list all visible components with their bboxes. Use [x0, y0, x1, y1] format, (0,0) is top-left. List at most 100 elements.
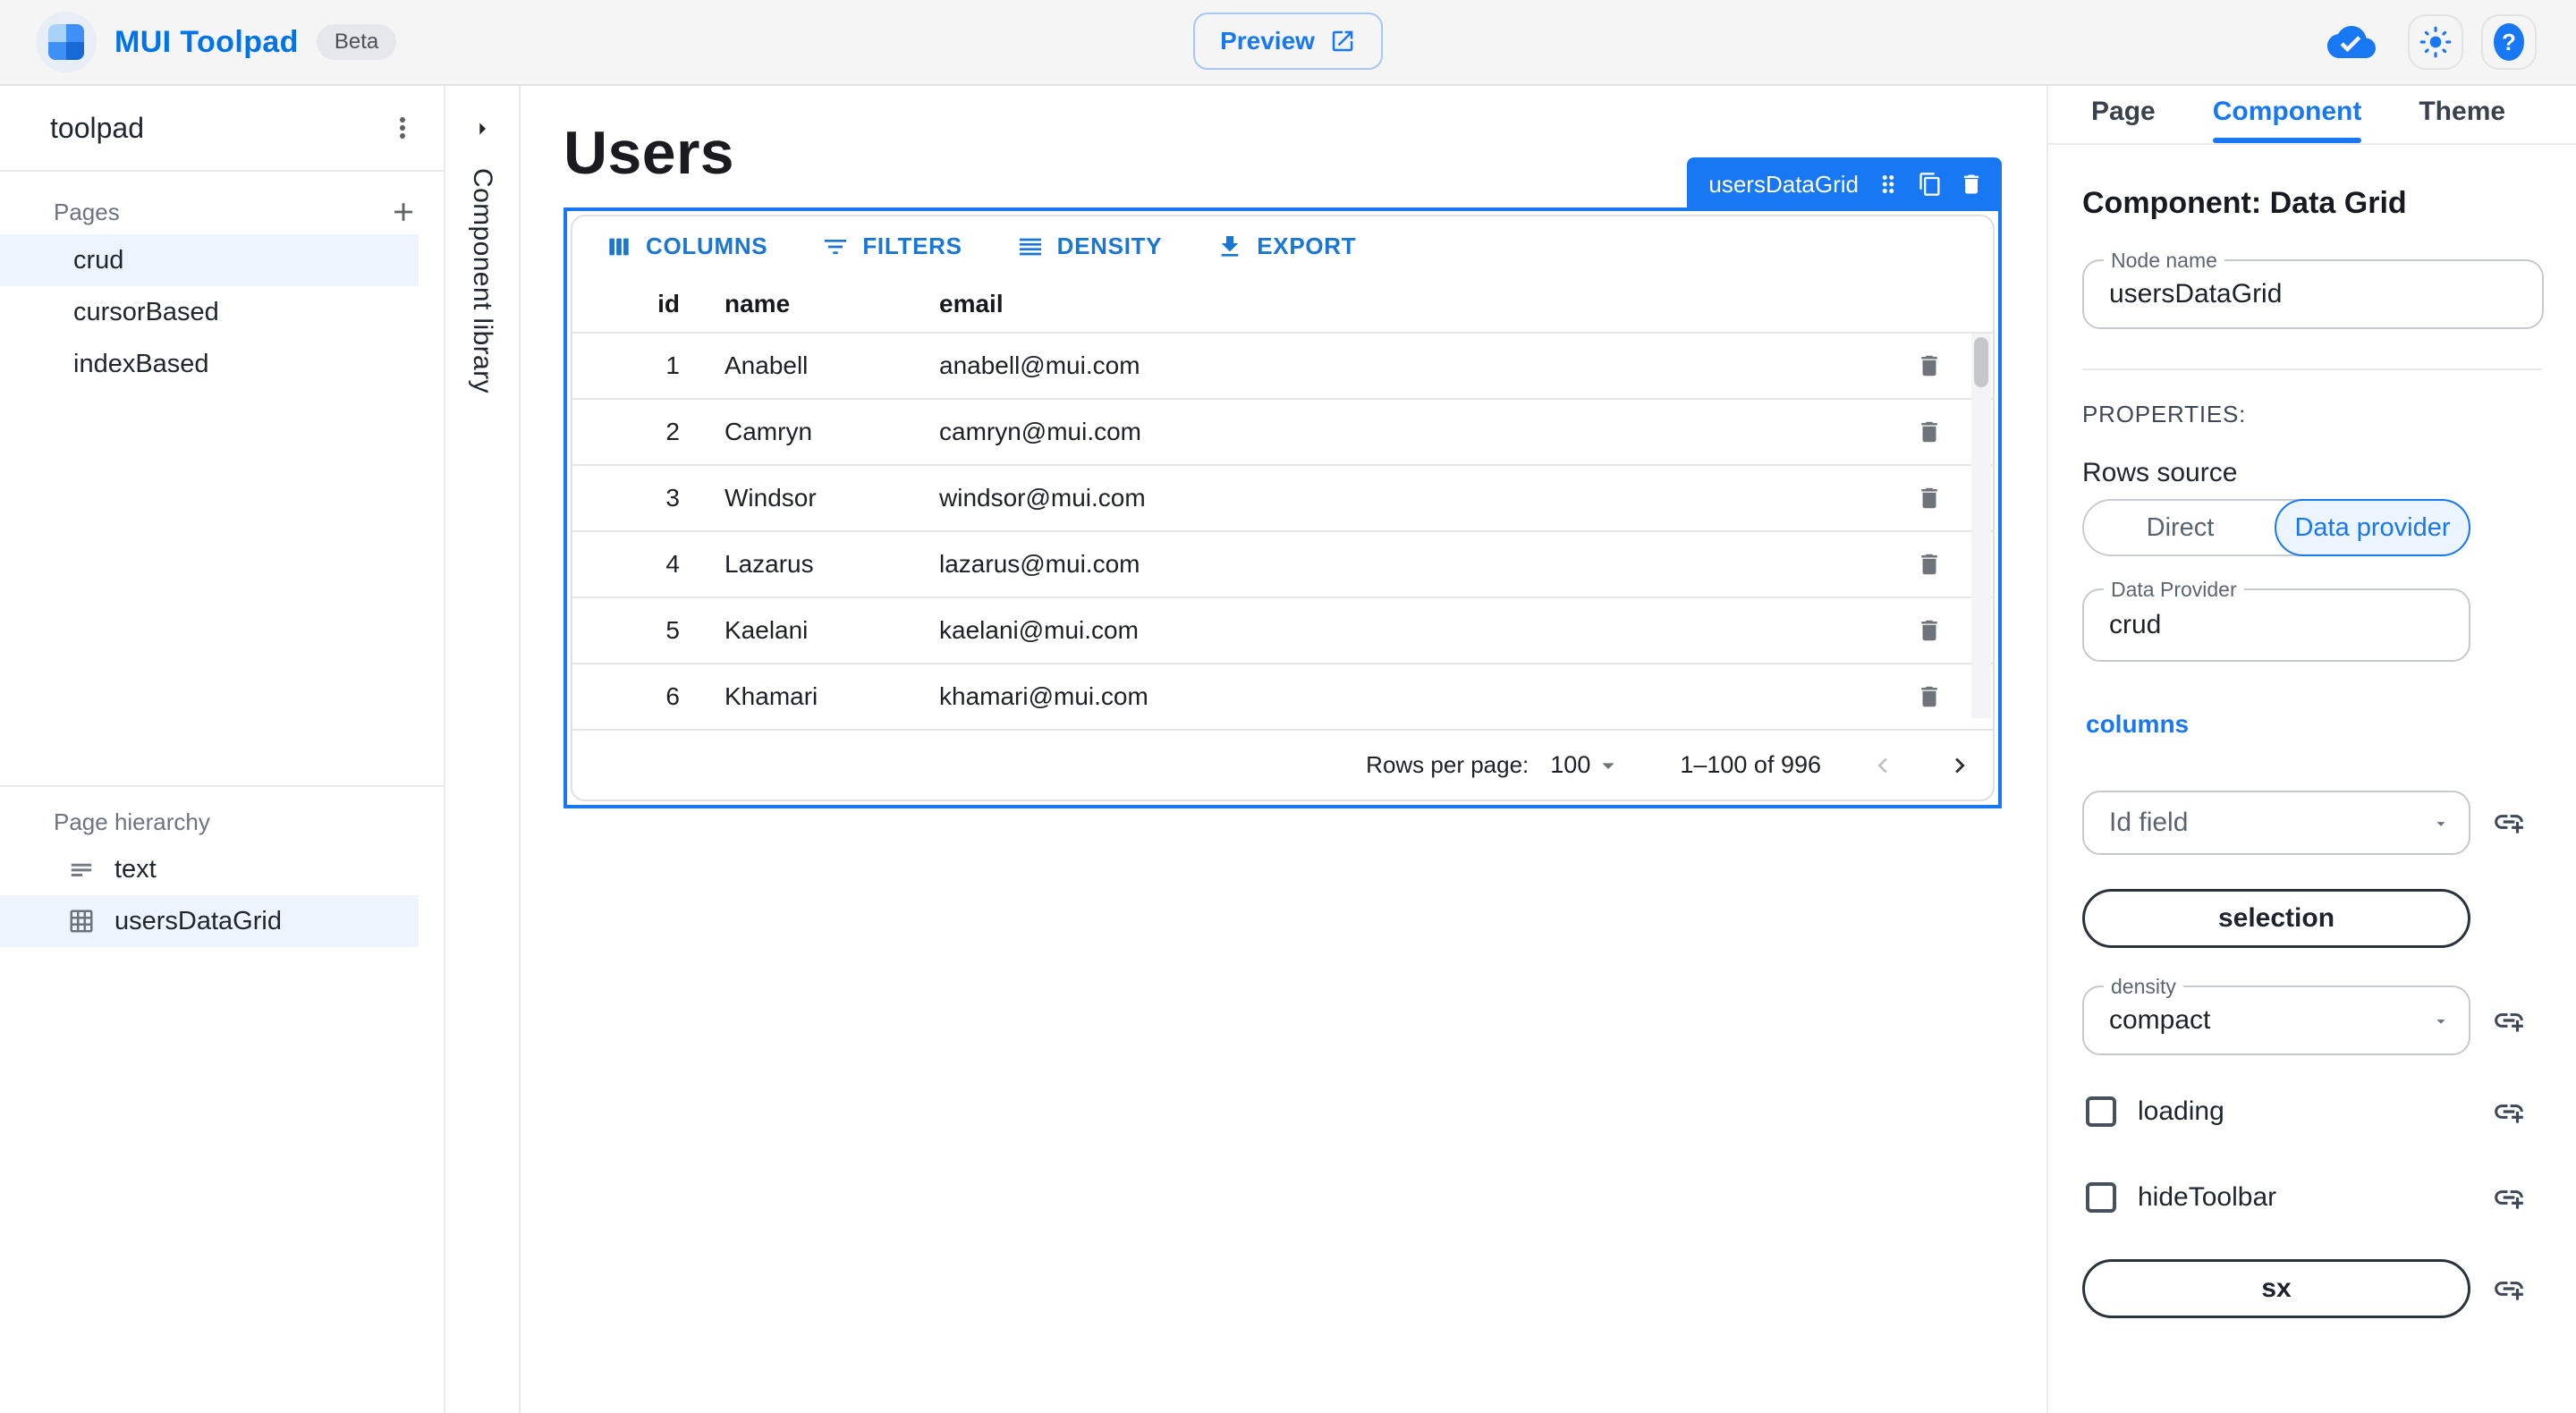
cell-id: 1 — [572, 351, 680, 380]
column-header-email[interactable]: email — [939, 290, 1690, 318]
table-row[interactable]: 6 Khamari khamari@mui.com — [572, 663, 1993, 729]
page-item-label: indexBased — [73, 350, 209, 379]
drag-handle-icon[interactable] — [1875, 171, 1902, 198]
cell-name: Kaelani — [724, 616, 939, 645]
bind-loading-icon[interactable] — [2492, 1095, 2526, 1129]
column-header-id[interactable]: id — [572, 290, 680, 318]
pages-section-label: Pages — [54, 199, 120, 226]
column-header-name[interactable]: name — [724, 290, 939, 318]
component-library-strip[interactable]: Component library — [445, 86, 521, 1413]
cell-id: 6 — [572, 682, 680, 711]
table-row[interactable]: 4 Lazarus lazarus@mui.com — [572, 530, 1993, 597]
beta-badge: Beta — [317, 24, 396, 60]
help-icon: ? — [2494, 23, 2524, 61]
hierarchy-item-usersdatagrid[interactable]: usersDataGrid — [0, 895, 419, 947]
table-row[interactable]: 5 Kaelani kaelani@mui.com — [572, 597, 1993, 663]
grid-filters-button[interactable]: FILTERS — [807, 225, 976, 268]
hierarchy-section-label: Page hierarchy — [54, 808, 210, 836]
scrollbar-thumb[interactable] — [1974, 337, 1988, 387]
cell-email: windsor@mui.com — [939, 484, 1690, 512]
sidebar-page-indexbased[interactable]: indexBased — [0, 338, 419, 390]
page-item-label: cursorBased — [73, 298, 219, 327]
selection-button[interactable]: selection — [2082, 889, 2470, 948]
hide-toolbar-checkbox[interactable] — [2086, 1182, 2116, 1213]
tab-page[interactable]: Page — [2091, 86, 2156, 138]
hierarchy-item-text[interactable]: text — [0, 843, 419, 895]
help-button[interactable]: ? — [2481, 14, 2537, 70]
properties-label: PROPERTIES: — [2082, 401, 2246, 428]
hide-toolbar-property-row: hideToolbar — [2086, 1182, 2276, 1213]
bind-hide-toolbar-icon[interactable] — [2492, 1180, 2526, 1214]
add-page-icon[interactable] — [388, 197, 419, 227]
preview-button[interactable]: Preview — [1193, 13, 1383, 70]
cell-email: anabell@mui.com — [939, 351, 1690, 380]
id-field-select[interactable]: Id field — [2082, 791, 2470, 855]
delete-row-icon[interactable] — [1916, 352, 1943, 379]
dropdown-caret-icon — [2431, 814, 2451, 833]
delete-row-icon[interactable] — [1916, 419, 1943, 445]
cell-name: Camryn — [724, 418, 939, 446]
inspector-panel: Page Component Theme Component: Data Gri… — [2046, 86, 2576, 1413]
table-row[interactable]: 2 Camryn camryn@mui.com — [572, 398, 1993, 464]
sidebar-page-cursorbased[interactable]: cursorBased — [0, 286, 419, 338]
mui-toolpad-logo-icon — [36, 12, 97, 72]
delete-row-icon[interactable] — [1916, 683, 1943, 710]
project-menu-kebab-icon[interactable] — [386, 112, 419, 144]
cell-name: Khamari — [724, 682, 939, 711]
density-select[interactable]: density compact — [2082, 986, 2470, 1055]
sx-button[interactable]: sx — [2082, 1259, 2470, 1318]
grid-density-button[interactable]: DENSITY — [1002, 225, 1177, 268]
rows-per-page-select[interactable]: 100 — [1550, 751, 1623, 780]
bind-id-field-icon[interactable] — [2492, 805, 2526, 839]
hierarchy-item-label: usersDataGrid — [114, 907, 282, 936]
delete-row-icon[interactable] — [1916, 617, 1943, 644]
brand-title: MUI Toolpad — [114, 25, 299, 60]
deploy-cloud-icon[interactable] — [2327, 18, 2376, 66]
data-provider-label: Data Provider — [2104, 578, 2244, 602]
grid-columns-button[interactable]: COLUMNS — [590, 225, 782, 268]
grid-export-button[interactable]: EXPORT — [1201, 225, 1370, 268]
sidebar-page-crud[interactable]: crud — [0, 234, 419, 286]
rows-source-option-direct[interactable]: Direct — [2084, 501, 2276, 554]
loading-checkbox[interactable] — [2086, 1096, 2116, 1127]
grid-columns-label: COLUMNS — [646, 233, 767, 260]
selection-chip: usersDataGrid — [1687, 157, 2002, 211]
text-component-icon — [68, 856, 95, 883]
delete-row-icon[interactable] — [1916, 551, 1943, 578]
delete-row-icon[interactable] — [1916, 485, 1943, 512]
columns-link[interactable]: columns — [2086, 710, 2189, 739]
project-header: toolpad — [0, 86, 444, 172]
duplicate-component-icon[interactable] — [1918, 172, 1943, 197]
dropdown-caret-icon — [2431, 1011, 2451, 1031]
next-page-button[interactable] — [1945, 750, 1975, 781]
inspector-divider — [2082, 368, 2542, 370]
cell-email: khamari@mui.com — [939, 682, 1690, 711]
page-canvas: Users usersDataGrid — [521, 86, 2046, 1413]
tab-theme[interactable]: Theme — [2419, 86, 2505, 138]
chevron-left-icon — [1868, 750, 1898, 781]
cell-id: 5 — [572, 616, 680, 645]
node-name-label: Node name — [2104, 249, 2224, 273]
filter-list-icon — [821, 233, 850, 261]
node-name-field[interactable]: Node name usersDataGrid — [2082, 259, 2544, 329]
download-icon — [1216, 233, 1244, 261]
hierarchy-item-label: text — [114, 855, 157, 884]
bind-density-icon[interactable] — [2492, 1003, 2526, 1037]
cell-id: 3 — [572, 484, 680, 512]
pages-section-header: Pages — [0, 172, 444, 234]
rows-source-option-data-provider[interactable]: Data provider — [2275, 499, 2470, 556]
cell-name: Anabell — [724, 351, 939, 380]
app-root: MUI Toolpad Beta Preview ? — [0, 0, 2576, 1413]
tab-component[interactable]: Component — [2213, 86, 2362, 138]
theme-toggle-button[interactable] — [2408, 14, 2463, 70]
previous-page-button[interactable] — [1868, 750, 1898, 781]
grid-toolbar: COLUMNS FILTERS DENSITY — [572, 216, 1993, 276]
cell-email: kaelani@mui.com — [939, 616, 1690, 645]
grid-density-label: DENSITY — [1057, 233, 1163, 260]
loading-property-row: loading — [2086, 1096, 2224, 1127]
data-provider-field[interactable]: Data Provider crud — [2082, 588, 2470, 662]
table-row[interactable]: 1 Anabell anabell@mui.com — [572, 332, 1993, 398]
bind-sx-icon[interactable] — [2492, 1272, 2526, 1306]
table-row[interactable]: 3 Windsor windsor@mui.com — [572, 464, 1993, 530]
delete-component-icon[interactable] — [1959, 172, 1984, 197]
